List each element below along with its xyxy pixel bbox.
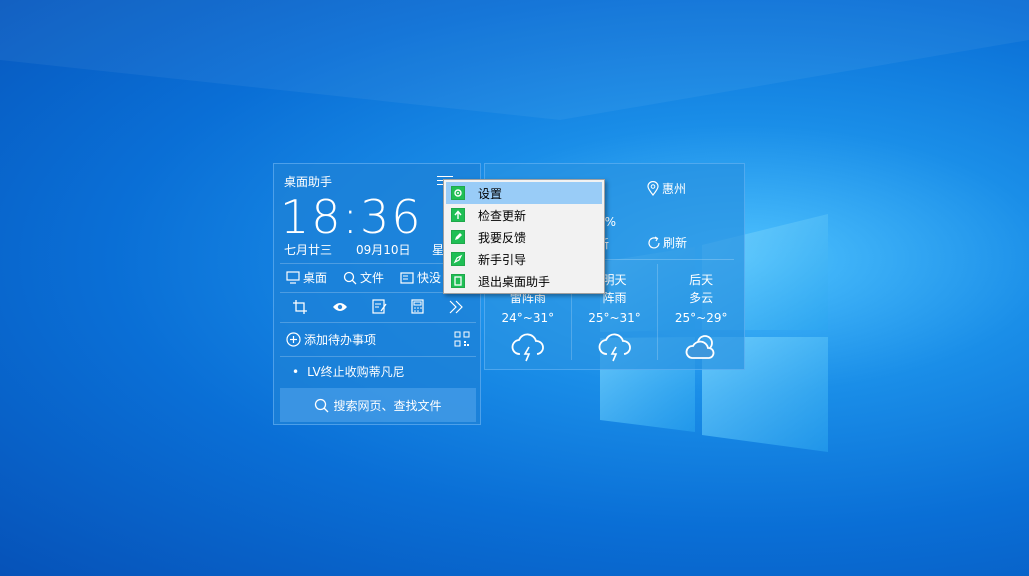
- forecast-temp: 25°~29°: [674, 311, 728, 325]
- forecast-day-name: 后天: [689, 273, 714, 287]
- location-label: 惠州: [662, 182, 687, 196]
- menu-item-label: 我要反馈: [478, 230, 527, 245]
- note-icon[interactable]: [372, 299, 387, 314]
- solar-date: 09月10日: [356, 243, 411, 257]
- menu-item-feedback[interactable]: 我要反馈: [446, 226, 602, 248]
- todo-row: 添加待办事项: [280, 322, 476, 355]
- chevron-double-right-icon[interactable]: [448, 300, 464, 314]
- search-icon: [315, 398, 329, 412]
- location-pin-icon: [647, 181, 659, 196]
- cloudy-icon: [685, 335, 715, 359]
- quick-desktop-button[interactable]: 桌面: [286, 269, 327, 286]
- monitor-icon: [286, 271, 300, 284]
- exit-icon: [451, 274, 465, 288]
- widget-title: 桌面助手: [284, 175, 333, 189]
- quick-file-label: 文件: [360, 271, 385, 285]
- plus-circle-icon: [286, 331, 301, 347]
- news-bullet: •: [292, 364, 300, 379]
- edit-icon: [451, 230, 465, 244]
- crop-icon[interactable]: [292, 299, 308, 315]
- gear-icon: [451, 186, 465, 200]
- tool-bar: [280, 292, 476, 320]
- quick-shortcut-label: 快没: [417, 271, 442, 285]
- weather-location[interactable]: 惠州: [647, 180, 686, 197]
- quick-file-search-button[interactable]: 文件: [343, 269, 384, 286]
- card-icon: [400, 271, 414, 284]
- forecast-day[interactable]: 后天 多云 25°~29°: [657, 264, 744, 360]
- web-search-box[interactable]: 搜索网页、查找文件: [280, 388, 476, 422]
- thunderstorm-icon: [598, 333, 631, 362]
- quick-desktop-label: 桌面: [303, 271, 328, 285]
- calculator-icon[interactable]: [411, 299, 424, 314]
- lunar-date: 七月廿三: [284, 243, 333, 257]
- menu-item-label: 检查更新: [478, 208, 527, 223]
- upload-icon: [451, 208, 465, 222]
- quick-shortcut-button[interactable]: 快没: [400, 269, 441, 286]
- refresh-icon: [648, 235, 660, 248]
- menu-item-check-update[interactable]: 检查更新: [446, 204, 602, 226]
- search-icon: [343, 271, 357, 284]
- menu-item-guide[interactable]: 新手引导: [446, 248, 602, 270]
- menu-item-label: 退出桌面助手: [478, 274, 551, 289]
- menu-item-settings[interactable]: 设置: [446, 182, 602, 204]
- qr-code-icon[interactable]: [454, 331, 470, 347]
- add-todo-label: 添加待办事项: [304, 332, 377, 347]
- compass-icon: [451, 252, 465, 266]
- news-headline: LV终止收购蒂凡尼: [307, 365, 405, 379]
- add-todo-button[interactable]: 添加待办事项: [286, 331, 376, 348]
- menu-item-label: 新手引导: [478, 252, 527, 267]
- forecast-weather: 多云: [689, 291, 714, 305]
- forecast-temp: 25°~31°: [588, 311, 641, 325]
- eye-icon[interactable]: [332, 301, 348, 313]
- menu-item-label: 设置: [478, 186, 503, 201]
- menu-item-exit[interactable]: 退出桌面助手: [446, 270, 602, 292]
- thunderstorm-icon: [511, 333, 544, 362]
- refresh-label: 刷新: [663, 236, 688, 250]
- context-menu: 设置 检查更新 我要反馈 新手引导 退出桌面助手: [443, 179, 605, 294]
- refresh-button[interactable]: 刷新: [647, 234, 687, 251]
- news-item[interactable]: • LV终止收购蒂凡尼: [280, 356, 476, 386]
- forecast-temp: 24°~31°: [501, 311, 555, 325]
- web-search-placeholder: 搜索网页、查找文件: [333, 398, 442, 413]
